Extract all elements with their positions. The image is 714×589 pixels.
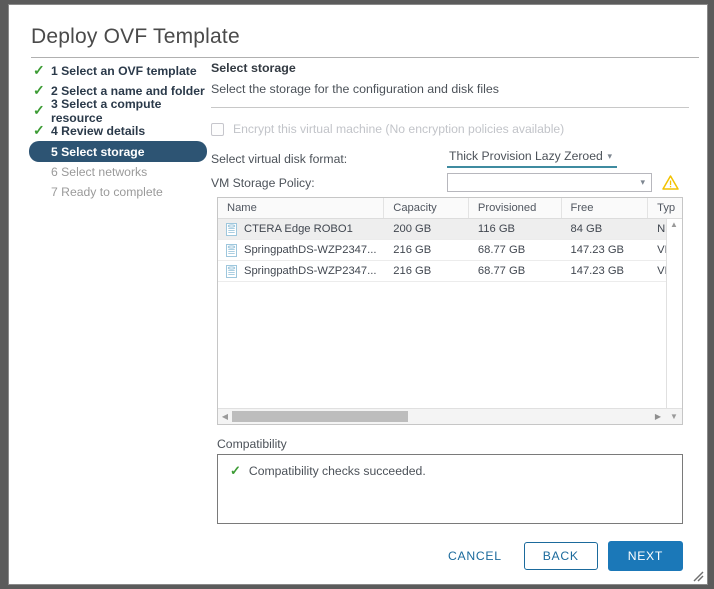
cell-provisioned: 68.77 GB (477, 265, 526, 277)
pane-subtitle: Select the storage for the configuration… (211, 82, 499, 96)
datastore-name: CTERA Edge ROBO1 (244, 223, 353, 235)
cell-name: SpringpathDS-WZP2347... (218, 243, 384, 257)
cell-provisioned: 116 GB (477, 223, 515, 235)
scroll-up-icon[interactable]: ▲ (670, 221, 678, 229)
check-icon: ✓ (33, 122, 45, 138)
cell-name: CTERA Edge ROBO1 (218, 222, 384, 236)
resize-handle[interactable] (692, 569, 704, 582)
sidebar-item-review-details[interactable]: ✓ 4 Review details (31, 121, 211, 141)
table-row[interactable]: CTERA Edge ROBO1 200 GB 116 GB 84 GB NF (218, 219, 682, 240)
encrypt-vm-row[interactable]: Encrypt this virtual machine (No encrypt… (211, 122, 564, 136)
step-label: 6 Select networks (51, 165, 148, 179)
compatibility-box: ✓ Compatibility checks succeeded. (217, 454, 683, 524)
check-icon: ✓ (33, 102, 45, 118)
step-label: 4 Review details (51, 124, 146, 138)
table-row[interactable]: SpringpathDS-WZP2347... 216 GB 68.77 GB … (218, 240, 682, 261)
back-button[interactable]: BACK (523, 542, 598, 570)
disk-format-select[interactable]: Thick Provision Lazy Zeroed ▾ (447, 149, 617, 168)
storage-policy-select[interactable]: ▾ (447, 173, 652, 192)
datastore-icon (226, 222, 237, 236)
sidebar-item-select-compute-resource[interactable]: ✓ 3 Select a compute resource (31, 97, 211, 125)
compatibility-message-row: ✓ Compatibility checks succeeded. (218, 455, 682, 479)
compatibility-message: Compatibility checks succeeded. (248, 464, 426, 478)
step-label: 5 Select storage (51, 144, 145, 159)
compatibility-label: Compatibility (217, 437, 287, 451)
content-pane-header: Select storage Select the storage for th… (211, 61, 699, 108)
column-header-name[interactable]: Name (218, 198, 385, 218)
column-header-type[interactable]: Typ (648, 198, 682, 218)
encrypt-vm-checkbox[interactable] (211, 122, 224, 136)
table-empty-area (218, 282, 682, 424)
datastore-name: SpringpathDS-WZP2347... (244, 244, 377, 256)
storage-policy-row: VM Storage Policy: ▾ (211, 173, 679, 192)
page-title: Deploy OVF Template (31, 25, 240, 48)
cell-free: 147.23 GB (570, 244, 625, 256)
deploy-ovf-template-dialog: Deploy OVF Template ✓ 1 Select an OVF te… (8, 4, 708, 585)
sidebar-item-ready-to-complete[interactable]: 7 Ready to complete (31, 182, 211, 202)
pane-divider (211, 107, 689, 108)
chevron-down-icon: ▾ (607, 150, 612, 161)
storage-policy-label: VM Storage Policy: (211, 175, 315, 190)
cell-provisioned: 68.77 GB (477, 244, 526, 256)
table-header-row: Name Capacity Provisioned Free Typ (218, 198, 682, 219)
column-header-capacity[interactable]: Capacity (384, 198, 469, 218)
cell-capacity: 216 GB (393, 265, 432, 277)
table-row[interactable]: SpringpathDS-WZP2347... 216 GB 68.77 GB … (218, 261, 682, 282)
hscroll-thumb[interactable] (232, 411, 408, 422)
table-vertical-scrollbar[interactable]: ▲ (666, 219, 682, 409)
datastore-icon (226, 243, 237, 257)
warning-icon (662, 175, 679, 190)
wizard-steps: ✓ 1 Select an OVF template ✓ 2 Select a … (29, 61, 211, 202)
cell-capacity: 216 GB (393, 244, 432, 256)
scroll-left-icon[interactable]: ◀ (218, 412, 232, 421)
datastore-name: SpringpathDS-WZP2347... (244, 265, 377, 277)
column-header-free[interactable]: Free (562, 198, 649, 218)
sidebar-item-select-storage[interactable]: 5 Select storage (29, 141, 207, 162)
column-header-provisioned[interactable]: Provisioned (469, 198, 562, 218)
screen: Deploy OVF Template ✓ 1 Select an OVF te… (0, 0, 714, 589)
disk-format-row: Select virtual disk format: Thick Provis… (211, 149, 617, 168)
cancel-button[interactable]: CANCEL (436, 543, 514, 569)
datastore-icon (226, 264, 237, 278)
sidebar-item-select-ovf-template[interactable]: ✓ 1 Select an OVF template (31, 61, 211, 81)
check-icon: ✓ (33, 62, 45, 78)
next-button[interactable]: NEXT (607, 541, 683, 571)
chevron-down-icon: ▾ (640, 177, 645, 187)
scroll-down-icon[interactable]: ▼ (666, 412, 682, 421)
sidebar-item-select-networks[interactable]: 6 Select networks (31, 162, 211, 182)
step-label: 2 Select a name and folder (51, 84, 205, 98)
check-icon: ✓ (230, 463, 241, 478)
step-label: 7 Ready to complete (51, 185, 163, 199)
encrypt-vm-label: Encrypt this virtual machine (No encrypt… (233, 122, 565, 136)
cell-free: 84 GB (570, 223, 603, 235)
disk-format-value: Thick Provision Lazy Zeroed (449, 149, 603, 163)
check-icon: ✓ (33, 82, 45, 98)
title-divider (31, 57, 699, 58)
cell-name: SpringpathDS-WZP2347... (218, 264, 384, 278)
dialog-footer: CANCEL BACK NEXT (436, 541, 683, 571)
cell-capacity: 200 GB (393, 223, 432, 235)
pane-title: Select storage (211, 61, 296, 75)
step-label: 1 Select an OVF template (51, 64, 197, 78)
datastore-table[interactable]: Name Capacity Provisioned Free Typ CTERA (217, 197, 683, 425)
scroll-right-icon[interactable]: ▶ (650, 412, 666, 421)
cell-free: 147.23 GB (570, 265, 625, 277)
disk-format-label: Select virtual disk format: (211, 151, 348, 166)
table-horizontal-scrollbar[interactable]: ◀ ▶ ▼ (218, 408, 682, 424)
hscroll-track[interactable] (232, 411, 650, 422)
